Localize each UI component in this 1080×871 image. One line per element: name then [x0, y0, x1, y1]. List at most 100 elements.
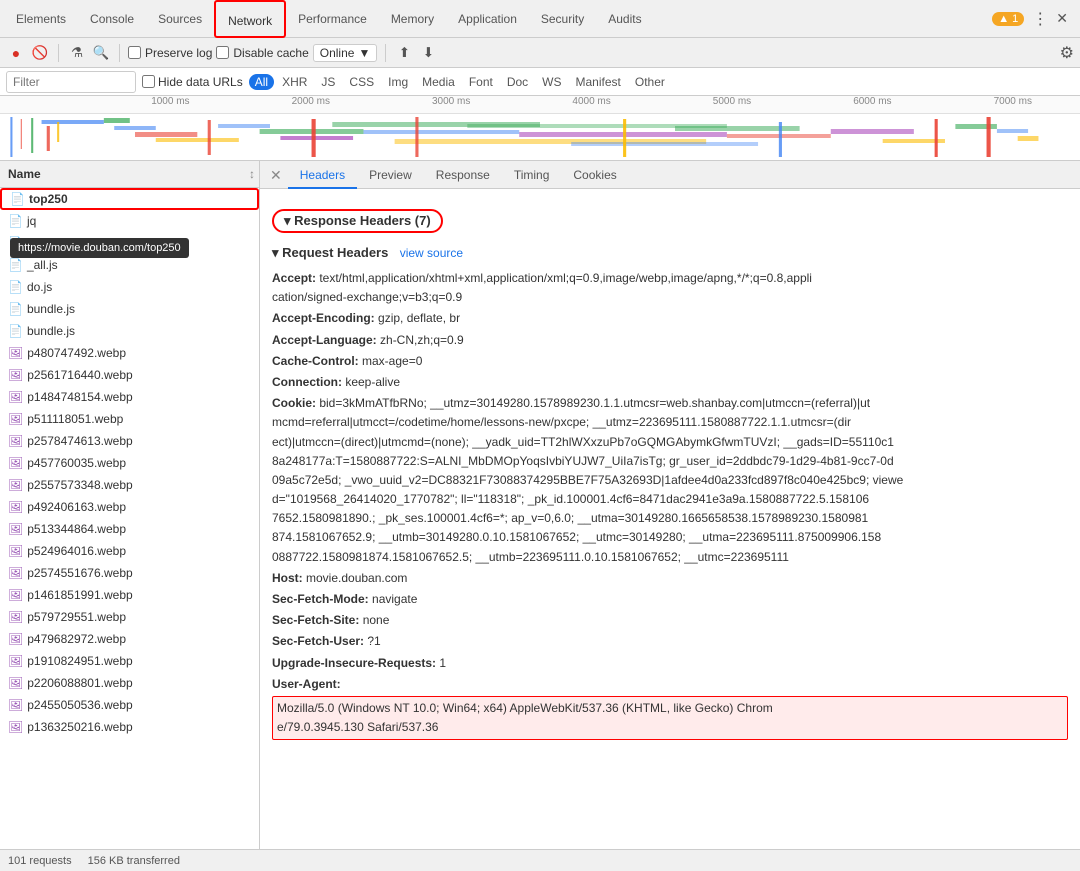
file-item-img18[interactable]: 🖼 p1363250216.webp	[0, 716, 259, 738]
file-icon-img-6: 🖼	[8, 456, 23, 470]
clear-button[interactable]: 🚫	[30, 43, 50, 63]
filter-type-js[interactable]: JS	[315, 74, 341, 90]
filter-type-media[interactable]: Media	[416, 74, 461, 90]
tab-application[interactable]: Application	[446, 0, 529, 38]
file-item-img7[interactable]: 🖼 p2557573348.webp	[0, 474, 259, 496]
file-icon-html: 📄	[10, 192, 25, 206]
filter-type-manifest[interactable]: Manifest	[570, 74, 627, 90]
file-item-img1[interactable]: 🖼 p480747492.webp	[0, 342, 259, 364]
detail-close-button[interactable]: ✕	[264, 161, 288, 189]
detail-tab-timing[interactable]: Timing	[502, 161, 562, 189]
tab-audits[interactable]: Audits	[596, 0, 653, 38]
file-item-img16[interactable]: 🖼 p2206088801.webp	[0, 672, 259, 694]
file-item-jq[interactable]: 📄 jq	[0, 210, 259, 232]
filter-type-all[interactable]: All	[249, 74, 274, 90]
record-button[interactable]: ●	[6, 43, 26, 63]
file-item-img6[interactable]: 🖼 p457760035.webp	[0, 452, 259, 474]
filter-type-xhr[interactable]: XHR	[276, 74, 313, 90]
file-item-img8[interactable]: 🖼 p492406163.webp	[0, 496, 259, 518]
import-har-button[interactable]: ⬆	[394, 43, 414, 63]
search-button[interactable]: 🔍	[91, 43, 111, 63]
settings-icon[interactable]: ⚙	[1060, 43, 1074, 63]
detail-tab-cookies[interactable]: Cookies	[561, 161, 628, 189]
preserve-log-checkbox[interactable]: Preserve log	[128, 46, 212, 60]
file-icon-img-2: 🖼	[8, 368, 23, 382]
tab-security[interactable]: Security	[529, 0, 596, 38]
devtools-tab-bar: Elements Console Sources Network Perform…	[0, 0, 1080, 38]
file-item-img5[interactable]: 🖼 p2578474613.webp	[0, 430, 259, 452]
file-icon-js-4: 📄	[8, 280, 23, 294]
header-accept: Accept: text/html,application/xhtml+xml,…	[272, 269, 1068, 307]
filter-type-img[interactable]: Img	[382, 74, 414, 90]
file-item-img10[interactable]: 🖼 p524964016.webp	[0, 540, 259, 562]
file-icon-img-13: 🖼	[8, 610, 23, 624]
file-item-img2[interactable]: 🖼 p2561716440.webp	[0, 364, 259, 386]
response-headers-title[interactable]: ▾ Response Headers (7)	[272, 209, 443, 233]
more-icon[interactable]: ⋮	[1032, 9, 1048, 29]
timeline-area: 1000 ms 2000 ms 3000 ms 4000 ms 5000 ms …	[0, 96, 1080, 161]
request-headers-title: ▾	[272, 245, 282, 260]
request-headers-label[interactable]: Request Headers	[282, 245, 388, 260]
hide-data-urls-checkbox[interactable]: Hide data URLs	[142, 75, 243, 89]
file-item-img4[interactable]: 🖼 p511118051.webp	[0, 408, 259, 430]
file-item-img15[interactable]: 🖼 p1910824951.webp	[0, 650, 259, 672]
timeline-ruler: 1000 ms 2000 ms 3000 ms 4000 ms 5000 ms …	[0, 96, 1080, 114]
disable-cache-checkbox[interactable]: Disable cache	[216, 46, 308, 60]
file-item-bundle2[interactable]: 📄 bundle.js	[0, 320, 259, 342]
ruler-mark-6: 6000 ms	[853, 96, 891, 107]
tab-console[interactable]: Console	[78, 0, 146, 38]
file-icon-js-3: 📄	[8, 258, 23, 272]
request-headers-section: ▾ Request Headers view source	[272, 245, 1068, 261]
detail-tab-response[interactable]: Response	[424, 161, 502, 189]
filter-type-css[interactable]: CSS	[343, 74, 380, 90]
devtools-right-icons: ▲ 1 ⋮ ✕	[992, 9, 1076, 29]
tab-elements[interactable]: Elements	[4, 0, 78, 38]
file-item-img11[interactable]: 🖼 p2574551676.webp	[0, 562, 259, 584]
tab-sources[interactable]: Sources	[146, 0, 214, 38]
ruler-mark-1: 1000 ms	[151, 96, 189, 107]
header-user-agent: User-Agent: Mozilla/5.0 (Windows NT 10.0…	[272, 675, 1068, 741]
toolbar-separator-3	[385, 44, 386, 62]
file-icon-js-6: 📄	[8, 324, 23, 338]
filter-input[interactable]	[6, 71, 136, 93]
filter-type-font[interactable]: Font	[463, 74, 499, 90]
detail-panel: ✕ Headers Preview Response Timing Cookie…	[260, 161, 1080, 849]
file-list-header: Name ↕	[0, 161, 259, 188]
header-upgrade-insecure: Upgrade-Insecure-Requests: 1	[272, 654, 1068, 673]
bottom-bar: 101 requests 156 KB transferred	[0, 849, 1080, 871]
tab-memory[interactable]: Memory	[379, 0, 446, 38]
ruler-mark-5: 5000 ms	[713, 96, 751, 107]
filter-type-other[interactable]: Other	[629, 74, 671, 90]
tab-performance[interactable]: Performance	[286, 0, 379, 38]
throttle-select[interactable]: Online ▼	[313, 44, 378, 62]
file-item-bundle1[interactable]: 📄 bundle.js	[0, 298, 259, 320]
file-item-img17[interactable]: 🖼 p2455050536.webp	[0, 694, 259, 716]
filter-button[interactable]: ⚗	[67, 43, 87, 63]
tab-network[interactable]: Network	[214, 0, 286, 38]
file-item-img9[interactable]: 🖼 p513344864.webp	[0, 518, 259, 540]
file-icon-img-1: 🖼	[8, 346, 23, 360]
file-item-img14[interactable]: 🖼 p479682972.webp	[0, 628, 259, 650]
file-icon-img-8: 🖼	[8, 500, 23, 514]
filter-type-ws[interactable]: WS	[536, 74, 567, 90]
file-item-img12[interactable]: 🖼 p1461851991.webp	[0, 584, 259, 606]
header-accept-encoding: Accept-Encoding: gzip, deflate, br	[272, 309, 1068, 328]
detail-tab-headers[interactable]: Headers	[288, 161, 357, 189]
export-har-button[interactable]: ⬇	[418, 43, 438, 63]
detail-tab-preview[interactable]: Preview	[357, 161, 424, 189]
filter-type-doc[interactable]: Doc	[501, 74, 534, 90]
file-item-dojs[interactable]: 📄 do.js	[0, 276, 259, 298]
toolbar-separator-2	[119, 44, 120, 62]
file-item-top250[interactable]: 📄 top250	[0, 188, 259, 210]
header-accept-language: Accept-Language: zh-CN,zh;q=0.9	[272, 331, 1068, 350]
header-connection: Connection: keep-alive	[272, 373, 1068, 392]
file-item-img3[interactable]: 🖼 p1484748154.webp	[0, 386, 259, 408]
view-source-link[interactable]: view source	[400, 246, 463, 260]
close-icon[interactable]: ✕	[1056, 10, 1068, 27]
user-agent-value: Mozilla/5.0 (Windows NT 10.0; Win64; x64…	[272, 696, 1068, 740]
file-list-scroll-button[interactable]: ↕	[249, 167, 255, 181]
header-sec-fetch-site: Sec-Fetch-Site: none	[272, 611, 1068, 630]
file-icon-img-3: 🖼	[8, 390, 23, 404]
file-icon-img-4: 🖼	[8, 412, 23, 426]
file-item-img13[interactable]: 🖼 p579729551.webp	[0, 606, 259, 628]
